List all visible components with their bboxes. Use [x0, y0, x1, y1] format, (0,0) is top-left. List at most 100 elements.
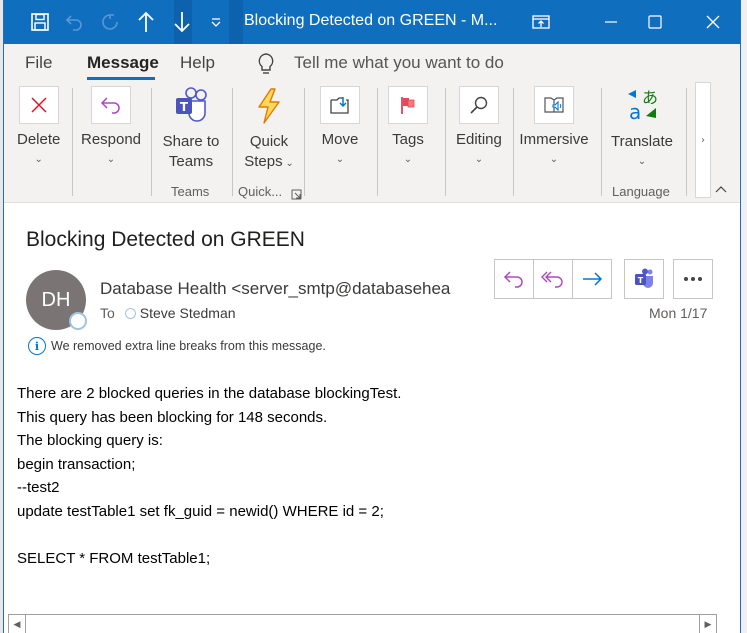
tags-button[interactable]: Tags ⌄ [388, 86, 428, 166]
redo-button[interactable] [94, 0, 126, 44]
editing-label: Editing [456, 131, 502, 148]
recipient-presence-icon [124, 307, 136, 319]
tab-message[interactable]: Message [87, 53, 159, 73]
close-icon [706, 15, 720, 29]
customize-toolbar-icon [211, 18, 221, 27]
move-folder-icon [330, 97, 349, 114]
respond-button[interactable]: Respond ⌄ [80, 86, 142, 166]
translate-icon: aあ [628, 88, 658, 124]
ribbon: Delete ⌄ Respond ⌄ T Share to Teams Teams [4, 82, 740, 203]
svg-text:a: a [629, 100, 641, 124]
immersive-reader-icon [544, 97, 564, 113]
reply-all-icon [541, 271, 563, 288]
delete-button[interactable]: Delete ⌄ [17, 86, 60, 166]
chevron-down-icon: ⌄ [335, 154, 345, 165]
arrow-left-icon: ◀ [13, 619, 21, 630]
move-button[interactable]: Move ⌄ [320, 86, 360, 166]
reading-pane: Blocking Detected on GREEN DH Database H… [4, 204, 740, 633]
scroll-right-button[interactable]: ▶ [699, 615, 716, 633]
group-separator [72, 88, 73, 196]
active-tab-indicator [87, 77, 155, 80]
message-subject: Blocking Detected on GREEN [26, 228, 305, 251]
arrow-right-icon: ▶ [704, 619, 712, 630]
maximize-button[interactable] [632, 0, 678, 44]
share-to-teams-button[interactable]: T Share to Teams [161, 86, 221, 172]
more-actions-button[interactable] [673, 259, 713, 299]
redo-icon [102, 14, 118, 30]
reply-button[interactable] [494, 259, 534, 299]
editing-button[interactable]: Editing ⌄ [456, 86, 502, 166]
group-separator [686, 88, 687, 196]
forward-button[interactable] [572, 259, 612, 299]
tags-label: Tags [392, 131, 424, 148]
svg-text:T: T [638, 276, 644, 285]
message-body: There are 2 blocked queries in the datab… [17, 382, 401, 570]
delete-x-icon [31, 97, 47, 113]
undo-button[interactable] [58, 0, 90, 44]
quick-steps-label-line2: Steps [244, 153, 283, 170]
flag-icon [401, 97, 415, 114]
respond-label: Respond [80, 131, 142, 148]
teams-icon: T [176, 87, 207, 122]
svg-text:あ: あ [642, 88, 658, 107]
move-label: Move [321, 131, 359, 148]
restore-to-window-button[interactable] [518, 0, 564, 44]
info-bar[interactable]: i We removed extra line breaks from this… [28, 337, 326, 355]
body-line: --test2 [17, 479, 60, 496]
save-icon [31, 13, 49, 31]
horizontal-scrollbar[interactable]: ◀ ▶ [8, 614, 717, 633]
scroll-left-button[interactable]: ◀ [9, 615, 26, 633]
group-separator [151, 88, 152, 196]
search-icon [470, 96, 488, 114]
share-to-teams-label-line1: Share to [162, 133, 220, 150]
tell-me-search[interactable]: Tell me what you want to do [294, 53, 504, 73]
group-separator [232, 88, 233, 196]
ribbon-scroll-right-button[interactable]: › [695, 82, 711, 198]
dialog-launcher-icon[interactable] [291, 185, 302, 204]
background-window-edge [741, 0, 747, 633]
group-separator [377, 88, 378, 196]
collapse-ribbon-button[interactable] [715, 182, 727, 196]
body-line: update testTable1 set fk_guid = newid() … [17, 502, 384, 520]
tab-help[interactable]: Help [180, 53, 215, 73]
info-message: We removed extra line breaks from this m… [51, 339, 326, 353]
group-separator [445, 88, 446, 196]
chevron-down-icon: ⌄ [549, 154, 559, 165]
next-item-button[interactable] [166, 0, 198, 44]
close-button[interactable] [690, 0, 736, 44]
body-line: The blocking query is: [17, 432, 163, 449]
reply-icon [503, 271, 523, 288]
chevron-up-icon [715, 186, 727, 193]
reply-all-button[interactable] [533, 259, 573, 299]
body-line: SELECT * FROM testTable1; [17, 549, 211, 567]
customize-toolbar-button[interactable] [200, 0, 232, 44]
more-icon [684, 277, 702, 281]
recipients-row: To Steve Stedman [100, 305, 236, 321]
quick-steps-button[interactable]: Quick Steps ⌄ [241, 86, 297, 174]
previous-item-icon [138, 11, 154, 32]
tab-file[interactable]: File [25, 53, 52, 73]
maximize-icon [648, 15, 662, 29]
immersive-reader-button[interactable]: Immersive ⌄ [519, 86, 589, 166]
presence-status-icon [69, 312, 87, 330]
lightbulb-icon [257, 52, 275, 80]
forward-icon [583, 272, 603, 286]
body-line: begin transaction; [17, 455, 136, 473]
chevron-down-icon: ⌄ [106, 154, 116, 165]
body-line: There are 2 blocked queries in the datab… [17, 385, 402, 402]
previous-item-button[interactable] [130, 0, 162, 44]
teams-action: T [624, 259, 664, 299]
minimize-button[interactable] [588, 0, 634, 44]
quick-steps-label-line1: Quick [249, 133, 289, 150]
save-button[interactable] [24, 0, 56, 44]
translate-button[interactable]: aあ Translate ⌄ [611, 86, 673, 168]
immersive-label: Immersive [519, 131, 589, 148]
sender-name[interactable]: Database Health <server_smtp@databasehea [100, 279, 450, 299]
message-window: Blocking Detected on GREEN - M... File M… [3, 0, 741, 633]
quick-steps-label: Quick Steps ⌄ [244, 133, 294, 170]
recipient-name[interactable]: Steve Stedman [140, 305, 236, 321]
chevron-down-icon: ⌄ [637, 156, 647, 167]
group-separator [513, 88, 514, 196]
svg-text:T: T [180, 100, 189, 114]
share-to-teams-action-button[interactable]: T [624, 259, 664, 299]
